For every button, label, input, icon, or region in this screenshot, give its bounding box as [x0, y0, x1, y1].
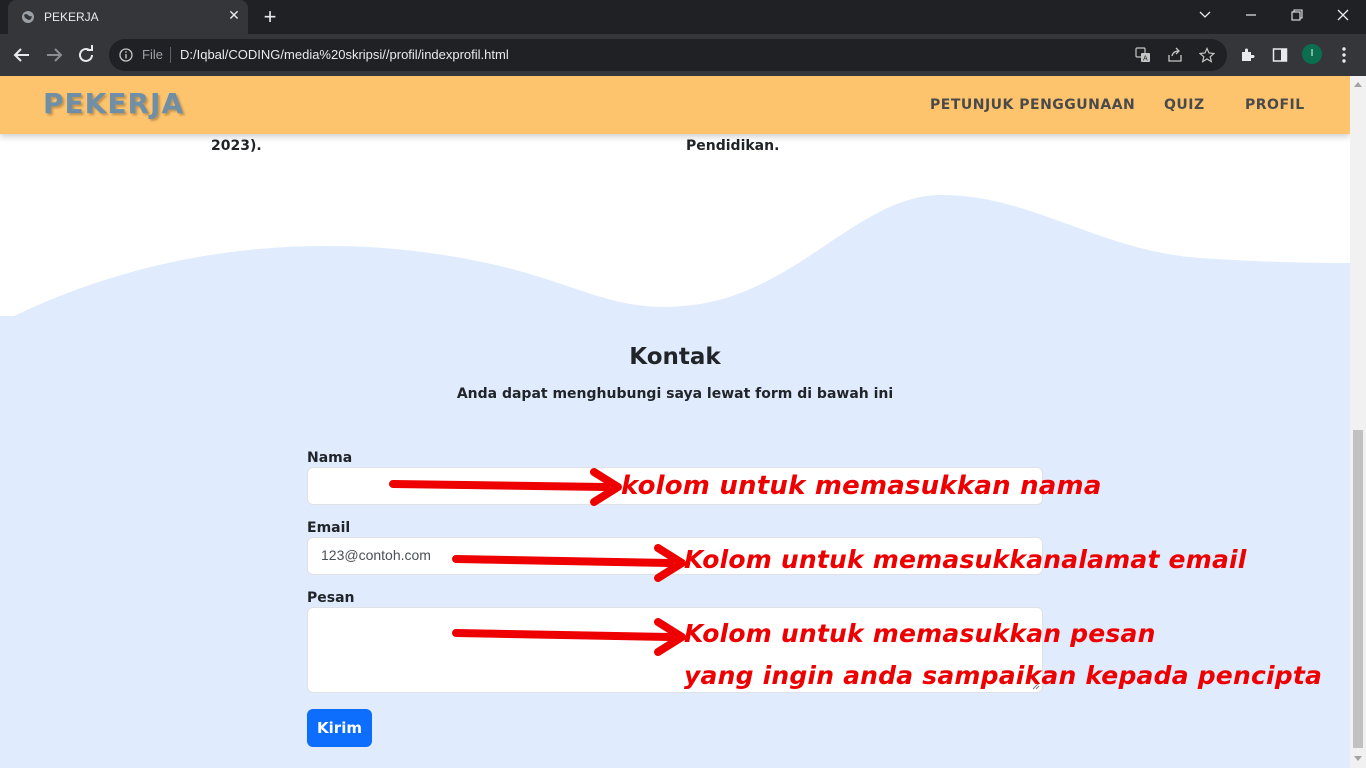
- annotation-email: Kolom untuk memasukkanalamat email: [684, 545, 1247, 574]
- scroll-down-arrow-icon[interactable]: [1354, 756, 1362, 761]
- tab-title: PEKERJA: [44, 10, 99, 24]
- restore-icon[interactable]: [1274, 0, 1320, 30]
- arrow-to-message-field: [452, 618, 686, 656]
- share-icon[interactable]: [1167, 47, 1183, 63]
- annotation-name: kolom untuk memasukkan nama: [621, 471, 1102, 501]
- profile-avatar[interactable]: I: [1302, 44, 1322, 64]
- url-text[interactable]: D:/Iqbal/CODING/media%20skripsi//profil/…: [180, 47, 509, 62]
- browser-toolbar: File D:/Iqbal/CODING/media%20skripsi//pr…: [0, 34, 1366, 76]
- reload-icon[interactable]: [74, 43, 98, 67]
- info-icon[interactable]: [119, 48, 133, 62]
- annotation-message-line1: Kolom untuk memasukkan pesan: [684, 619, 1156, 648]
- close-window-icon[interactable]: [1320, 0, 1366, 30]
- kebab-menu-icon[interactable]: [1336, 45, 1352, 65]
- scroll-up-arrow-icon[interactable]: [1354, 82, 1362, 87]
- close-icon[interactable]: ✕: [226, 8, 242, 24]
- globe-icon: [22, 11, 34, 23]
- translate-icon[interactable]: A: [1135, 47, 1151, 63]
- svg-text:A: A: [1143, 56, 1148, 63]
- back-arrow-icon[interactable]: [10, 43, 34, 67]
- star-icon[interactable]: [1199, 47, 1215, 63]
- arrow-to-email-field: [452, 544, 686, 582]
- address-bar[interactable]: File D:/Iqbal/CODING/media%20skripsi//pr…: [109, 39, 1227, 71]
- page-viewport: , 2023). Pendidikan. PEKERJA PETUNJUK PE…: [0, 76, 1350, 768]
- minimize-icon[interactable]: [1228, 0, 1274, 30]
- browser-tab-strip: PEKERJA ✕ +: [0, 0, 1366, 34]
- omnibox-separator: [170, 47, 171, 63]
- url-scheme-label: File: [142, 47, 163, 62]
- browser-tab[interactable]: PEKERJA ✕: [8, 0, 248, 34]
- scroll-thumb[interactable]: [1353, 430, 1363, 748]
- page-scrollbar[interactable]: [1350, 76, 1366, 768]
- side-panel-icon[interactable]: [1272, 47, 1288, 63]
- puzzle-icon[interactable]: [1240, 47, 1256, 63]
- plus-icon[interactable]: +: [258, 5, 282, 29]
- forward-arrow-icon[interactable]: [42, 43, 66, 67]
- annotation-message-line2: yang ingin anda sampaikan kepada pencipt…: [684, 661, 1323, 690]
- arrow-to-name-field: [389, 468, 622, 506]
- chevron-down-icon[interactable]: [1182, 0, 1228, 30]
